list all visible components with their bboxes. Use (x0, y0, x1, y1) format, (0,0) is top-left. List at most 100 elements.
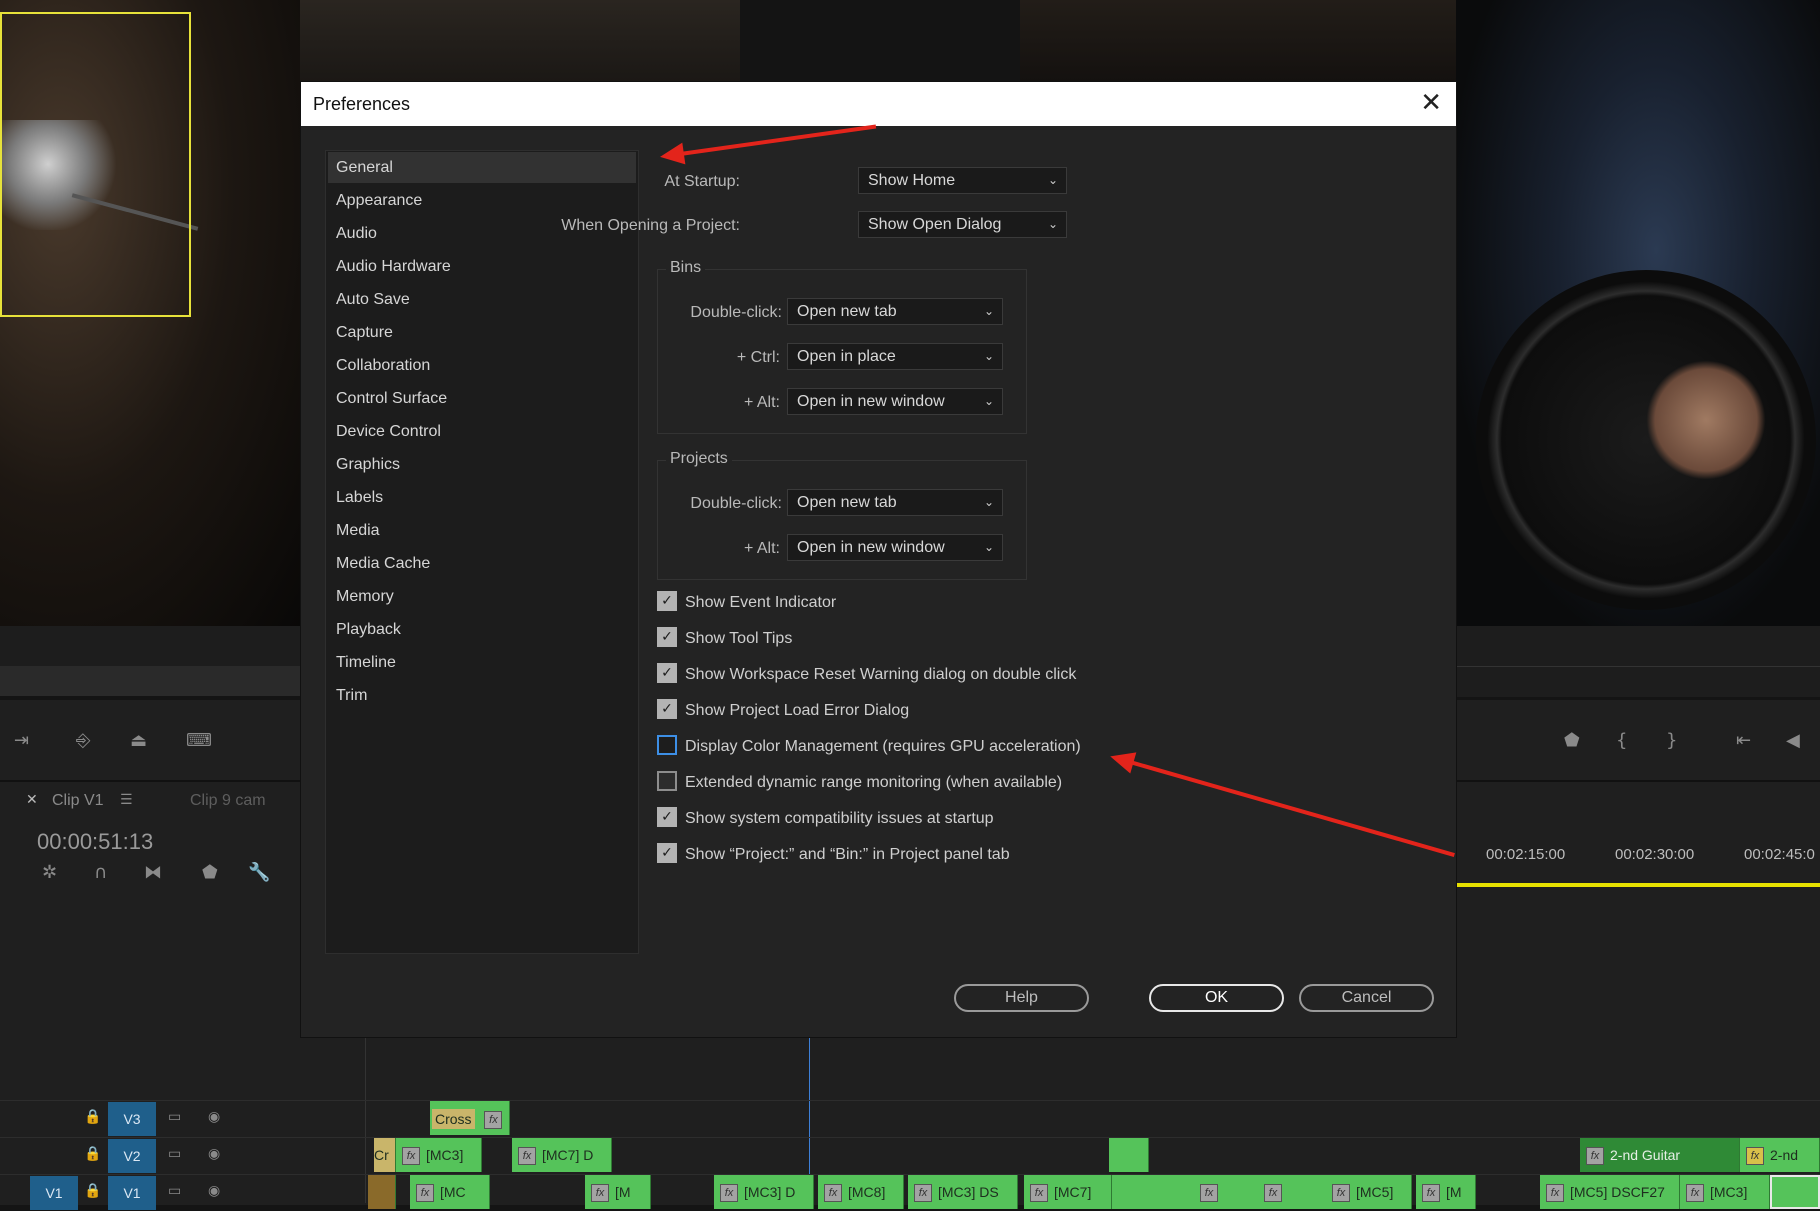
clip-v1-lead[interactable] (368, 1175, 396, 1209)
sidebar-item-audio-hardware[interactable]: Audio Hardware (328, 251, 636, 282)
checkbox-display-color-management[interactable]: Display Color Management (requires GPU a… (657, 734, 1081, 760)
bins-double-click-label: Double-click: (690, 304, 782, 321)
clip-v1-3[interactable]: fx [MC8] (818, 1175, 904, 1209)
when-opening-dropdown[interactable]: Show Open Dialog ⌄ (858, 211, 1067, 238)
bins-alt-dropdown[interactable]: Open in new window ⌄ (787, 388, 1003, 415)
lock-icon[interactable]: 🔒 (84, 1110, 101, 1124)
ok-button[interactable]: OK (1149, 984, 1284, 1012)
checkbox-system-compatibility[interactable]: ✓ Show system compatibility issues at sta… (657, 806, 994, 832)
clip-v1-tail[interactable] (1770, 1175, 1820, 1209)
work-area-bar[interactable] (1456, 883, 1820, 887)
clip-v2-1[interactable]: fx [MC3] (396, 1138, 482, 1172)
sidebar-item-appearance[interactable]: Appearance (328, 185, 636, 216)
checkbox-box[interactable] (657, 770, 677, 791)
clip-v1-9[interactable]: fx [MC3] (1680, 1175, 1770, 1209)
checkbox-project-bin-in-tab[interactable]: ✓ Show “Project:” and “Bin:” in Project p… (657, 842, 1010, 868)
track-v2-label[interactable]: V2 (108, 1139, 156, 1173)
sidebar-item-collaboration[interactable]: Collaboration (328, 350, 636, 381)
tab-clip-v1[interactable]: Clip V1 (52, 792, 104, 810)
clip-v1-plain-a[interactable]: fx fx (1112, 1175, 1362, 1209)
sidebar-item-timeline[interactable]: Timeline (328, 647, 636, 678)
lock-icon[interactable]: 🔒 (84, 1184, 101, 1198)
sidebar-item-memory[interactable]: Memory (328, 581, 636, 612)
sidebar-item-control-surface[interactable]: Control Surface (328, 383, 636, 414)
clip-v1-7[interactable]: fx [M (1416, 1175, 1476, 1209)
export-frame-icon[interactable]: ⏏ (130, 732, 147, 750)
snap-icon[interactable]: ✲ (42, 864, 57, 882)
bins-double-click-dropdown[interactable]: Open new tab ⌄ (787, 298, 1003, 325)
insert-icon[interactable]: ⇥ (14, 732, 29, 750)
checkbox-extended-dynamic-range[interactable]: Extended dynamic range monitoring (when … (657, 770, 1062, 796)
checkbox-box[interactable]: ✓ (657, 698, 677, 719)
sidebar-item-media-cache[interactable]: Media Cache (328, 548, 636, 579)
tab-menu-icon[interactable]: ☰ (120, 792, 133, 808)
sidebar-item-graphics[interactable]: Graphics (328, 449, 636, 480)
checkbox-project-load-error[interactable]: ✓ Show Project Load Error Dialog (657, 698, 909, 724)
lock-icon[interactable]: 🔒 (84, 1147, 101, 1161)
source-patch-v1[interactable]: V1 (30, 1176, 78, 1210)
checkbox-workspace-reset-warning[interactable]: ✓ Show Workspace Reset Warning dialog on … (657, 662, 1076, 688)
clip-v3-0[interactable]: Cross fx (430, 1101, 510, 1135)
clip-v2-plain[interactable] (1109, 1138, 1149, 1172)
clip-v1-2[interactable]: fx [MC3] D (714, 1175, 814, 1209)
add-marker-icon[interactable]: ⧓ (144, 864, 162, 882)
eye-icon[interactable]: ◉ (208, 1110, 220, 1124)
sidebar-item-auto-save[interactable]: Auto Save (328, 284, 636, 315)
sidebar-item-playback[interactable]: Playback (328, 614, 636, 645)
clip-v1-1[interactable]: fx [M (585, 1175, 651, 1209)
checkbox-box[interactable]: ✓ (657, 842, 677, 863)
clip-v2-0[interactable]: Cr (374, 1138, 396, 1172)
mark-out-icon[interactable]: } (1666, 732, 1677, 750)
toggle-sync-icon[interactable]: ▭ (168, 1184, 181, 1198)
linked-selection-icon[interactable]: ∩ (94, 864, 107, 882)
step-back-icon[interactable]: ◀ (1786, 732, 1800, 750)
checkbox-show-tool-tips[interactable]: ✓ Show Tool Tips (657, 626, 792, 652)
projects-alt-dropdown[interactable]: Open in new window ⌄ (787, 534, 1003, 561)
mark-in-icon[interactable]: { (1616, 732, 1627, 750)
sidebar-item-media[interactable]: Media (328, 515, 636, 546)
tab-close-icon[interactable]: ✕ (26, 792, 38, 808)
sidebar-item-labels[interactable]: Labels (328, 482, 636, 513)
clip-v2-4[interactable]: fx 2-nd (1740, 1138, 1820, 1172)
sidebar-item-device-control[interactable]: Device Control (328, 416, 636, 447)
clip-v2-3[interactable]: fx 2-nd Guitar (1580, 1138, 1740, 1172)
sidebar-item-capture[interactable]: Capture (328, 317, 636, 348)
when-opening-label: When Opening a Project: (561, 217, 740, 234)
bins-ctrl-dropdown[interactable]: Open in place ⌄ (787, 343, 1003, 370)
toggle-sync-icon[interactable]: ▭ (168, 1110, 181, 1124)
sidebar-item-trim[interactable]: Trim (328, 680, 636, 711)
marker-icon[interactable]: ⬟ (1564, 732, 1580, 750)
ruler-tick-3: 00:02:45:0 (1744, 846, 1815, 863)
at-startup-dropdown[interactable]: Show Home ⌄ (858, 167, 1067, 194)
checkbox-box[interactable]: ✓ (657, 626, 677, 647)
checkbox-box[interactable]: ✓ (657, 662, 677, 683)
clip-v1-6[interactable]: fx [MC5] (1326, 1175, 1412, 1209)
marker-icon-2[interactable]: ⬟ (202, 864, 218, 882)
sidebar-item-general[interactable]: General (328, 152, 636, 183)
projects-double-click-dropdown[interactable]: Open new tab ⌄ (787, 489, 1003, 516)
dialog-titlebar[interactable]: Preferences ✕ (301, 82, 1456, 126)
help-button[interactable]: Help (954, 984, 1089, 1012)
clip-v1-0[interactable]: fx [MC (410, 1175, 490, 1209)
eye-icon[interactable]: ◉ (208, 1147, 220, 1161)
wrench-icon[interactable]: 🔧 (248, 864, 270, 882)
track-v1-label[interactable]: V1 (108, 1176, 156, 1210)
eye-icon[interactable]: ◉ (208, 1184, 220, 1198)
checkbox-show-event-indicator[interactable]: ✓ Show Event Indicator (657, 590, 836, 616)
tab-clip-9-cam[interactable]: Clip 9 cam (190, 792, 266, 810)
overwrite-icon[interactable]: ⎆ (76, 732, 90, 750)
clip-v1-5[interactable]: fx [MC7] (1024, 1175, 1112, 1209)
camera-icon[interactable]: ⌨ (186, 732, 212, 750)
timeline-timecode[interactable]: 00:00:51:13 (37, 829, 153, 855)
clip-v2-2[interactable]: fx [MC7] D (512, 1138, 612, 1172)
checkbox-box[interactable]: ✓ (657, 806, 677, 827)
checkbox-box[interactable]: ✓ (657, 590, 677, 611)
clip-v1-4[interactable]: fx [MC3] DS (908, 1175, 1018, 1209)
checkbox-box[interactable] (657, 734, 677, 755)
toggle-sync-icon[interactable]: ▭ (168, 1147, 181, 1161)
cancel-button[interactable]: Cancel (1299, 984, 1434, 1012)
go-to-in-icon[interactable]: ⇤ (1736, 732, 1751, 750)
track-v3-label[interactable]: V3 (108, 1102, 156, 1136)
clip-v1-8[interactable]: fx [MC5] DSCF27 (1540, 1175, 1680, 1209)
close-icon[interactable]: ✕ (1420, 88, 1442, 118)
